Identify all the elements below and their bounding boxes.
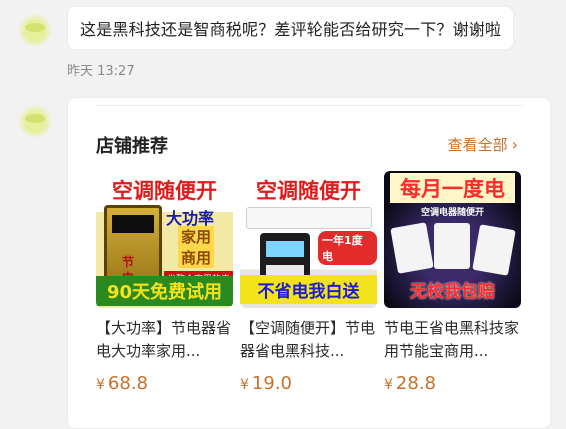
message-bubble[interactable]: 这是黑科技还是智商税呢？差评轮能否给研究一下？谢谢啦 [67, 6, 515, 50]
image-footer-banner: 不省电我白送 [240, 275, 377, 304]
divider [96, 105, 522, 106]
image-headline: 空调随便开 [112, 179, 217, 203]
image-label-year: 一年1度电 [318, 231, 377, 265]
device-illustration [434, 223, 470, 269]
product-card[interactable]: 空调随便开 节 电 器 大功率 家用 商用 省整个家里的电 90天免费试用 【大… [96, 171, 233, 394]
avatar[interactable] [18, 103, 52, 137]
product-card[interactable]: 每月一度电 空调电器随便开 无校我包赔 节电王省电黑科技家用节能宝商用... ¥… [384, 171, 521, 394]
price-value: 28.8 [395, 373, 436, 394]
product-name: 节电王省电黑科技家用节能宝商用... [384, 319, 520, 360]
device-illustration [472, 224, 516, 276]
price-value: 19.0 [251, 373, 292, 394]
view-all-link[interactable]: 查看全部 › [448, 134, 518, 155]
card-title: 店铺推荐 [96, 136, 168, 157]
price-value: 68.8 [107, 373, 148, 394]
product-image[interactable]: 每月一度电 空调电器随便开 无校我包赔 [384, 171, 521, 308]
view-all-label: 查看全部 [447, 136, 508, 154]
device-illustration [390, 222, 434, 274]
device-char: 节 [122, 255, 135, 269]
message-timestamp: 昨天 13:27 [67, 64, 135, 79]
product-image[interactable]: 空调随便开 节 电 器 大功率 家用 商用 省整个家里的电 90天免费试用 [96, 171, 233, 308]
product-price: ¥19.0 [240, 373, 377, 394]
product-name: 【空调随便开】节电器省电黑科技... [240, 319, 376, 360]
image-footer-banner: 90天免费试用 [96, 276, 233, 306]
shop-recommendation-card: 店铺推荐 查看全部 › 空调随便开 节 电 器 大功率 家用 商用 省整个家里的… [67, 97, 551, 429]
currency-symbol: ¥ [96, 377, 105, 393]
product-image[interactable]: 空调随便开 一年1度电 不省电我白送 [240, 171, 377, 308]
image-headline: 每月一度电 [390, 173, 515, 203]
image-subheadline: 空调电器随便开 [420, 208, 484, 218]
chevron-right-icon: › [511, 134, 518, 154]
message-text: 这是黑科技还是智商税呢？差评轮能否给研究一下？谢谢啦 [80, 20, 502, 39]
image-headline: 空调随便开 [256, 179, 361, 203]
air-conditioner-illustration [246, 207, 372, 229]
product-card[interactable]: 空调随便开 一年1度电 不省电我白送 【空调随便开】节电器省电黑科技... ¥1… [240, 171, 377, 394]
product-price: ¥28.8 [384, 373, 521, 394]
image-label-home: 家用 [178, 226, 215, 247]
avatar[interactable] [18, 12, 52, 46]
product-name: 【大功率】节电器省电大功率家用... [96, 319, 232, 360]
currency-symbol: ¥ [240, 377, 249, 393]
product-price: ¥68.8 [96, 373, 233, 394]
currency-symbol: ¥ [384, 377, 393, 393]
image-label-commercial: 商用 [178, 247, 215, 268]
image-footer-banner: 无校我包赔 [410, 282, 495, 302]
